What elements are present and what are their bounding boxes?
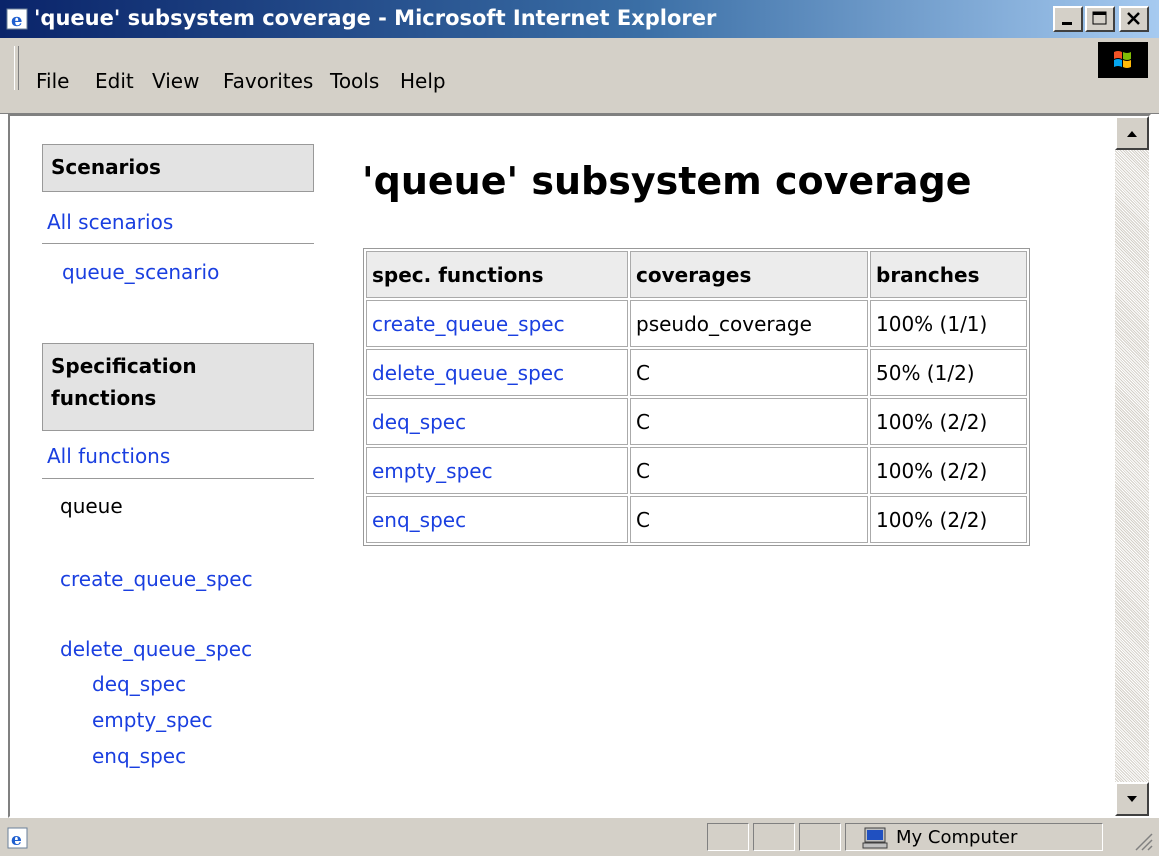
menu-bar: File Edit View Favorites Tools Help xyxy=(0,38,1159,114)
branches-cell: 100% (1/1) xyxy=(870,300,1027,347)
function-link-delete-queue-spec[interactable]: delete_queue_spec xyxy=(60,637,252,661)
table-row: empty_spec C 100% (2/2) xyxy=(366,447,1027,494)
function-link[interactable]: deq_spec xyxy=(366,398,628,445)
table-header-row: spec. functions coverages branches xyxy=(366,251,1027,298)
table-row: enq_spec C 100% (2/2) xyxy=(366,496,1027,543)
functions-header-line2: functions xyxy=(51,386,157,410)
divider xyxy=(42,243,314,244)
maximize-button[interactable] xyxy=(1085,6,1115,32)
function-link-enq-spec[interactable]: enq_spec xyxy=(92,744,186,768)
minimize-icon xyxy=(1062,22,1072,25)
function-link-empty-spec[interactable]: empty_spec xyxy=(92,708,213,732)
divider xyxy=(42,478,314,479)
function-link-create-queue-spec[interactable]: create_queue_spec xyxy=(60,567,253,591)
coverage-cell: C xyxy=(630,447,868,494)
menu-favorites[interactable]: Favorites xyxy=(223,69,313,93)
arrow-down-icon xyxy=(1127,796,1137,802)
function-link-deq-spec[interactable]: deq_spec xyxy=(92,672,186,696)
status-message-panel xyxy=(3,823,703,851)
title-bar[interactable]: e 'queue' subsystem coverage - Microsoft… xyxy=(0,0,1159,38)
function-link[interactable]: delete_queue_spec xyxy=(366,349,628,396)
minimize-button[interactable] xyxy=(1053,6,1083,32)
column-header: branches xyxy=(870,251,1027,298)
menu-help[interactable]: Help xyxy=(400,69,446,93)
vertical-scrollbar[interactable] xyxy=(1115,116,1149,816)
content-frame: Scenarios All scenarios queue_scenario S… xyxy=(8,114,1151,818)
status-bar: e My Computer xyxy=(0,818,1159,856)
menu-grip[interactable] xyxy=(14,46,19,90)
scenario-link-queue-scenario[interactable]: queue_scenario xyxy=(62,260,219,284)
coverage-cell: pseudo_coverage xyxy=(630,300,868,347)
status-panel xyxy=(707,823,749,851)
menu-tools[interactable]: Tools xyxy=(330,69,379,93)
close-icon xyxy=(1127,12,1140,25)
coverage-table: spec. functions coverages branches creat… xyxy=(363,248,1030,546)
branches-cell: 100% (2/2) xyxy=(870,398,1027,445)
maximize-icon xyxy=(1092,11,1107,25)
group-label-queue: queue xyxy=(60,494,123,518)
functions-header-line1: Specification xyxy=(51,354,197,378)
computer-icon xyxy=(862,827,888,849)
branches-cell: 100% (2/2) xyxy=(870,496,1027,543)
resize-grip-icon[interactable] xyxy=(1130,828,1154,852)
coverage-cell: C xyxy=(630,349,868,396)
close-button[interactable] xyxy=(1119,6,1149,32)
menu-edit[interactable]: Edit xyxy=(95,69,134,93)
column-header: spec. functions xyxy=(366,251,628,298)
page-title: 'queue' subsystem coverage xyxy=(362,159,972,203)
menu-view[interactable]: View xyxy=(152,69,199,93)
scenarios-header: Scenarios xyxy=(42,144,314,192)
menu-file[interactable]: File xyxy=(36,69,69,93)
scroll-up-button[interactable] xyxy=(1115,116,1149,150)
zone-label: My Computer xyxy=(896,827,1018,848)
coverage-cell: C xyxy=(630,398,868,445)
arrow-up-icon xyxy=(1127,131,1137,137)
function-link[interactable]: create_queue_spec xyxy=(366,300,628,347)
table-row: deq_spec C 100% (2/2) xyxy=(366,398,1027,445)
scroll-down-button[interactable] xyxy=(1115,782,1149,816)
coverage-cell: C xyxy=(630,496,868,543)
all-scenarios-link[interactable]: All scenarios xyxy=(47,210,173,234)
branches-cell: 100% (2/2) xyxy=(870,447,1027,494)
status-panel xyxy=(753,823,795,851)
scenarios-header-label: Scenarios xyxy=(51,155,161,179)
all-functions-link[interactable]: All functions xyxy=(47,444,170,468)
windows-logo-icon xyxy=(1098,42,1148,78)
table-row: delete_queue_spec C 50% (1/2) xyxy=(366,349,1027,396)
page-content: Scenarios All scenarios queue_scenario S… xyxy=(10,116,1115,816)
function-link[interactable]: empty_spec xyxy=(366,447,628,494)
column-header: coverages xyxy=(630,251,868,298)
status-panel xyxy=(799,823,841,851)
window-title: 'queue' subsystem coverage - Microsoft I… xyxy=(34,6,717,30)
svg-text:e: e xyxy=(11,10,22,31)
function-link[interactable]: enq_spec xyxy=(366,496,628,543)
branches-cell: 50% (1/2) xyxy=(870,349,1027,396)
ie-icon: e xyxy=(6,8,28,31)
table-row: create_queue_spec pseudo_coverage 100% (… xyxy=(366,300,1027,347)
functions-header: Specification functions xyxy=(42,343,314,431)
